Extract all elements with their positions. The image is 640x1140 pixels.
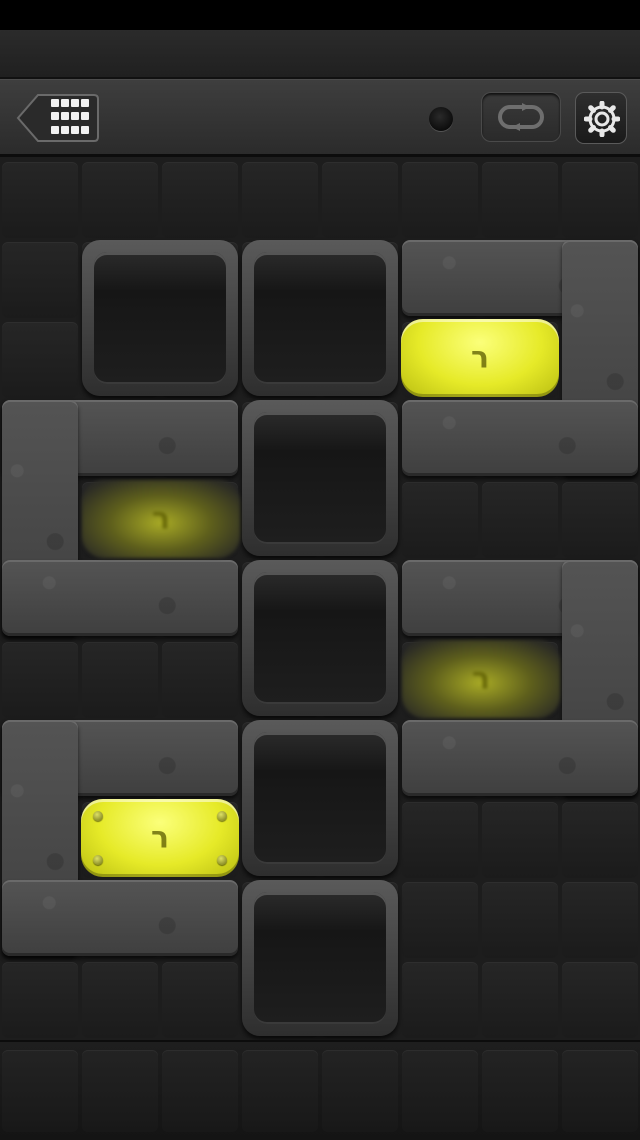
board-cell <box>482 162 558 238</box>
bottom-bar-segment <box>562 1050 638 1132</box>
board-cell <box>162 162 238 238</box>
board-cell <box>482 482 558 558</box>
restart-loop-icon <box>498 103 544 131</box>
board-cell <box>162 962 238 1038</box>
riveted-yellow-block[interactable]: ר <box>81 799 239 877</box>
level-grid-icon <box>51 99 89 137</box>
block-glyph: ר <box>471 661 491 697</box>
board-cell <box>82 962 158 1038</box>
block-glyph: ר <box>470 340 490 376</box>
restart-button[interactable] <box>481 92 561 142</box>
board-cell <box>2 322 78 398</box>
bottom-bar-segment <box>82 1050 158 1132</box>
block-glyph: ר <box>151 501 171 537</box>
status-indicator-dot <box>429 107 453 131</box>
board-cell <box>402 482 478 558</box>
empty-socket[interactable] <box>242 560 398 716</box>
board-cell <box>562 162 638 238</box>
board-cell <box>322 162 398 238</box>
stone-wall <box>2 560 238 636</box>
empty-socket[interactable] <box>82 240 238 396</box>
top-strip <box>0 30 640 79</box>
yellow-block[interactable]: ר <box>401 319 559 397</box>
board-cell <box>482 882 558 958</box>
board-cell <box>242 162 318 238</box>
empty-socket[interactable] <box>242 400 398 556</box>
board-cell <box>2 642 78 718</box>
empty-socket[interactable] <box>242 880 398 1036</box>
rivet <box>93 855 103 865</box>
board-cell <box>2 162 78 238</box>
board-cell <box>402 802 478 878</box>
stone-wall <box>402 400 638 476</box>
board-cell <box>2 962 78 1038</box>
gear-icon <box>584 101 620 137</box>
stone-wall <box>2 880 238 956</box>
bottom-bar <box>0 1040 640 1140</box>
stone-wall <box>402 720 638 796</box>
board-cell <box>562 802 638 878</box>
board-cell <box>82 642 158 718</box>
board-cell <box>402 962 478 1038</box>
board-cell <box>482 802 558 878</box>
rivet <box>217 855 227 865</box>
board-cell <box>482 962 558 1038</box>
board-cell <box>562 482 638 558</box>
dim-block[interactable]: ר <box>82 480 240 558</box>
board-cell <box>162 642 238 718</box>
bottom-bar-segment <box>322 1050 398 1132</box>
board-cell <box>562 882 638 958</box>
board-cell <box>562 962 638 1038</box>
board-cell <box>82 162 158 238</box>
board-cell <box>402 882 478 958</box>
bottom-bar-segment <box>2 1050 78 1132</box>
bottom-bar-segment <box>402 1050 478 1132</box>
rivet <box>93 811 103 821</box>
bottom-bar-segment <box>242 1050 318 1132</box>
empty-socket[interactable] <box>242 240 398 396</box>
board-cell <box>402 162 478 238</box>
back-to-levels-button[interactable] <box>16 93 100 143</box>
block-glyph: ר <box>150 820 170 856</box>
game-board: ר ר ר ר <box>0 160 640 1040</box>
bottom-bar-segment <box>162 1050 238 1132</box>
status-bar <box>0 0 640 30</box>
rivet <box>217 811 227 821</box>
bottom-bar-segment <box>482 1050 558 1132</box>
dim-block[interactable]: ר <box>402 640 560 718</box>
empty-socket[interactable] <box>242 720 398 876</box>
board-cell <box>2 242 78 318</box>
settings-button[interactable] <box>575 92 627 144</box>
